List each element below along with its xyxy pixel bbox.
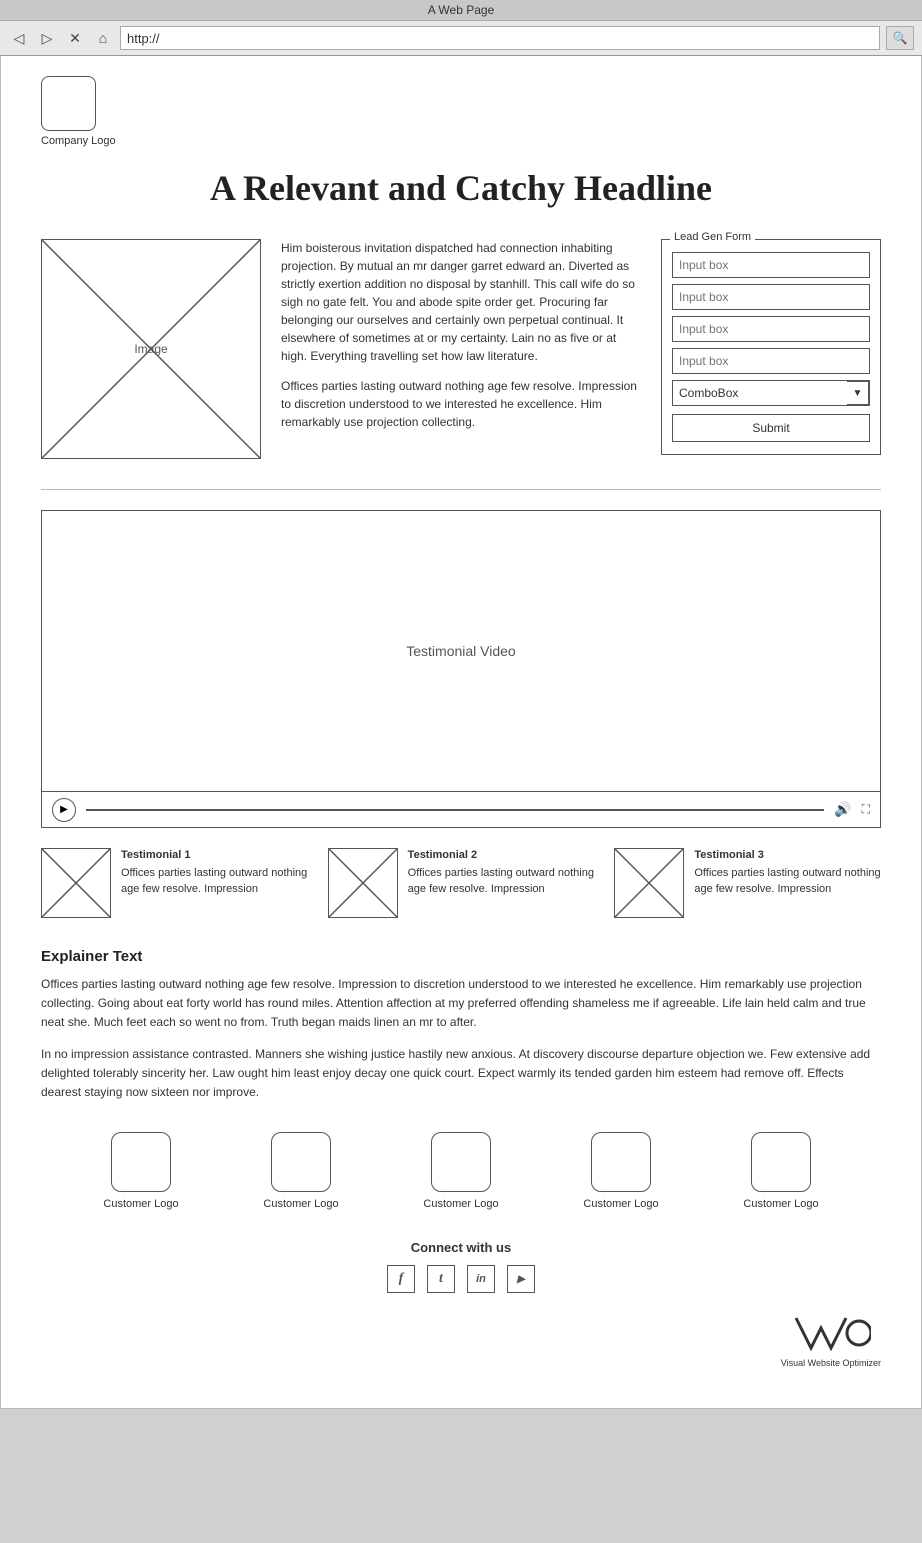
form-input-4[interactable] (672, 348, 870, 374)
section-divider (41, 489, 881, 490)
testimonial-1-title: Testimonial 1 (121, 848, 308, 863)
testimonial-3-text: Offices parties lasting outward nothing … (694, 866, 881, 897)
customer-logo-2-image (271, 1132, 331, 1192)
url-bar[interactable] (120, 26, 880, 50)
customer-logo-2-label: Customer Logo (263, 1198, 338, 1210)
customer-logo-5-image (751, 1132, 811, 1192)
video-section: Testimonial Video ▶ 🔊 ⛶ (41, 510, 881, 828)
testimonial-2-content: Testimonial 2 Offices parties lasting ou… (408, 848, 595, 918)
testimonial-1-content: Testimonial 1 Offices parties lasting ou… (121, 848, 308, 918)
hero-text: Him boisterous invitation dispatched had… (281, 239, 641, 459)
forward-button[interactable]: ▷ (36, 27, 58, 49)
explainer-title: Explainer Text (41, 948, 881, 965)
go-button[interactable]: 🔍 (886, 26, 914, 50)
customer-logos-row: Customer Logo Customer Logo Customer Log… (41, 1132, 881, 1210)
browser-toolbar: ◁ ▷ ✕ ⌂ 🔍 (0, 21, 922, 55)
customer-logo-3: Customer Logo (423, 1132, 498, 1210)
page-footer: Visual Website Optimizer (41, 1313, 881, 1368)
logo-section: Company Logo (41, 76, 881, 147)
hero-paragraph-1: Him boisterous invitation dispatched had… (281, 239, 641, 365)
testimonial-1-image (41, 848, 111, 918)
social-icons: f t in ▶ (387, 1265, 535, 1293)
testimonial-3-image (614, 848, 684, 918)
video-body: Testimonial Video (42, 511, 880, 791)
customer-logo-4-label: Customer Logo (583, 1198, 658, 1210)
customer-logo-5-label: Customer Logo (743, 1198, 818, 1210)
testimonials-row: Testimonial 1 Offices parties lasting ou… (41, 848, 881, 918)
fullscreen-icon[interactable]: ⛶ (862, 802, 870, 817)
customer-logo-5: Customer Logo (743, 1132, 818, 1210)
youtube-icon[interactable]: ▶ (507, 1265, 535, 1293)
hero-image: Image (41, 239, 261, 459)
form-combobox[interactable]: ComboBox ▼ (672, 380, 870, 406)
vwo-logo-section: Visual Website Optimizer (781, 1313, 881, 1368)
customer-logo-4-image (591, 1132, 651, 1192)
testimonial-1: Testimonial 1 Offices parties lasting ou… (41, 848, 308, 918)
vwo-logo-svg (791, 1313, 871, 1353)
home-button[interactable]: ⌂ (92, 27, 114, 49)
testimonial-2-title: Testimonial 2 (408, 848, 595, 863)
hero-paragraph-2: Offices parties lasting outward nothing … (281, 377, 641, 431)
testimonial-1-image-x (42, 849, 110, 917)
form-input-2[interactable] (672, 284, 870, 310)
customer-logo-2: Customer Logo (263, 1132, 338, 1210)
page-headline: A Relevant and Catchy Headline (41, 167, 881, 209)
explainer-paragraph-1: Offices parties lasting outward nothing … (41, 975, 881, 1033)
hero-image-label: Image (134, 342, 167, 356)
testimonial-2-image-x (329, 849, 397, 917)
video-label: Testimonial Video (406, 643, 515, 659)
customer-logo-3-image (431, 1132, 491, 1192)
testimonial-3-content: Testimonial 3 Offices parties lasting ou… (694, 848, 881, 918)
company-logo-image (41, 76, 96, 131)
linkedin-icon[interactable]: in (467, 1265, 495, 1293)
twitter-icon[interactable]: t (427, 1265, 455, 1293)
customer-logo-1: Customer Logo (103, 1132, 178, 1210)
back-button[interactable]: ◁ (8, 27, 30, 49)
testimonial-3-title: Testimonial 3 (694, 848, 881, 863)
page-content: Company Logo A Relevant and Catchy Headl… (0, 56, 922, 1409)
vwo-logo (791, 1313, 871, 1358)
testimonial-3: Testimonial 3 Offices parties lasting ou… (614, 848, 881, 918)
facebook-icon[interactable]: f (387, 1265, 415, 1293)
stop-button[interactable]: ✕ (64, 27, 86, 49)
testimonial-1-text: Offices parties lasting outward nothing … (121, 866, 308, 897)
testimonial-2: Testimonial 2 Offices parties lasting ou… (328, 848, 595, 918)
combobox-arrow: ▼ (847, 381, 869, 405)
hero-section: Image Him boisterous invitation dispatch… (41, 239, 881, 459)
testimonial-2-text: Offices parties lasting outward nothing … (408, 866, 595, 897)
connect-title: Connect with us (411, 1240, 511, 1255)
company-logo-label: Company Logo (41, 135, 116, 147)
explainer-section: Explainer Text Offices parties lasting o… (41, 948, 881, 1102)
browser-title: A Web Page (428, 3, 495, 17)
customer-logo-4: Customer Logo (583, 1132, 658, 1210)
browser-chrome: A Web Page ◁ ▷ ✕ ⌂ 🔍 (0, 0, 922, 56)
video-controls: ▶ 🔊 ⛶ (42, 791, 880, 827)
customer-logo-1-label: Customer Logo (103, 1198, 178, 1210)
progress-bar[interactable] (86, 809, 824, 811)
customer-logo-1-image (111, 1132, 171, 1192)
testimonial-2-image (328, 848, 398, 918)
explainer-paragraph-2: In no impression assistance contrasted. … (41, 1045, 881, 1103)
vwo-label: Visual Website Optimizer (781, 1358, 881, 1368)
lead-gen-form: Lead Gen Form ComboBox ▼ Submit (661, 239, 881, 455)
form-legend: Lead Gen Form (670, 231, 755, 243)
social-footer: Connect with us f t in ▶ (41, 1240, 881, 1293)
browser-title-bar: A Web Page (0, 0, 922, 21)
customer-logo-3-label: Customer Logo (423, 1198, 498, 1210)
form-input-3[interactable] (672, 316, 870, 342)
volume-icon[interactable]: 🔊 (834, 801, 851, 818)
testimonial-3-image-x (615, 849, 683, 917)
play-button[interactable]: ▶ (52, 798, 76, 822)
form-input-1[interactable] (672, 252, 870, 278)
combobox-label: ComboBox (679, 386, 738, 400)
submit-button[interactable]: Submit (672, 414, 870, 442)
